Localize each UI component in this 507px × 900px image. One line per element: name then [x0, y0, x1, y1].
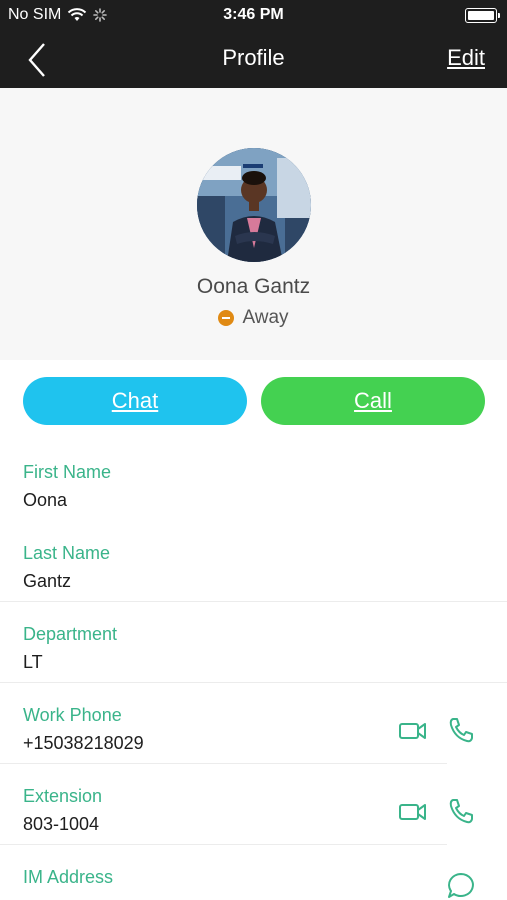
clock: 3:46 PM — [223, 6, 284, 23]
status-bar: No SIM 3:46 PM — [0, 0, 507, 30]
contact-name: Oona Gantz — [196, 275, 311, 298]
chat-button[interactable]: Chat — [23, 377, 247, 425]
field-work-phone: Work Phone +15038218029 — [0, 705, 507, 786]
field-label: Extension — [23, 786, 103, 806]
field-value: Gantz — [23, 571, 72, 591]
field-department: Department LT — [0, 624, 507, 705]
divider — [0, 682, 507, 683]
presence-label: Away — [242, 307, 289, 328]
phone-icon — [449, 718, 473, 743]
video-call-button[interactable] — [396, 713, 430, 747]
field-last-name: Last Name Gantz — [0, 543, 507, 624]
field-label: IM Address — [23, 867, 114, 887]
call-button[interactable]: Call — [261, 377, 485, 425]
navigation-bar: Profile Edit — [0, 30, 507, 88]
divider — [0, 601, 507, 602]
field-value: LT — [23, 652, 43, 672]
message-icon — [448, 873, 474, 898]
field-value: Oona — [23, 490, 68, 510]
divider — [0, 763, 447, 764]
field-value: 803-1004 — [23, 814, 100, 834]
field-label: Last Name — [23, 543, 111, 563]
video-icon — [399, 723, 426, 739]
page-title: Profile — [222, 45, 285, 70]
field-label: Work Phone — [23, 705, 122, 725]
edit-button[interactable]: Edit — [447, 45, 485, 71]
field-im-address: IM Address — [0, 867, 507, 900]
video-call-button[interactable] — [396, 794, 430, 828]
message-button[interactable] — [444, 869, 478, 900]
away-status-icon — [218, 310, 235, 326]
divider — [0, 844, 447, 845]
field-extension: Extension 803-1004 — [0, 786, 507, 867]
profile-header: Oona Gantz Away — [0, 88, 507, 360]
field-label: Department — [23, 624, 118, 644]
video-icon — [399, 804, 426, 820]
phone-icon — [449, 799, 473, 824]
field-first-name: First Name Oona — [0, 462, 507, 543]
phone-call-button[interactable] — [444, 713, 478, 747]
field-value: +15038218029 — [23, 733, 144, 753]
phone-call-button[interactable] — [444, 794, 478, 828]
avatar — [197, 148, 311, 262]
presence-status: Away — [0, 307, 507, 329]
field-label: First Name — [23, 462, 112, 482]
battery-icon — [465, 8, 500, 23]
